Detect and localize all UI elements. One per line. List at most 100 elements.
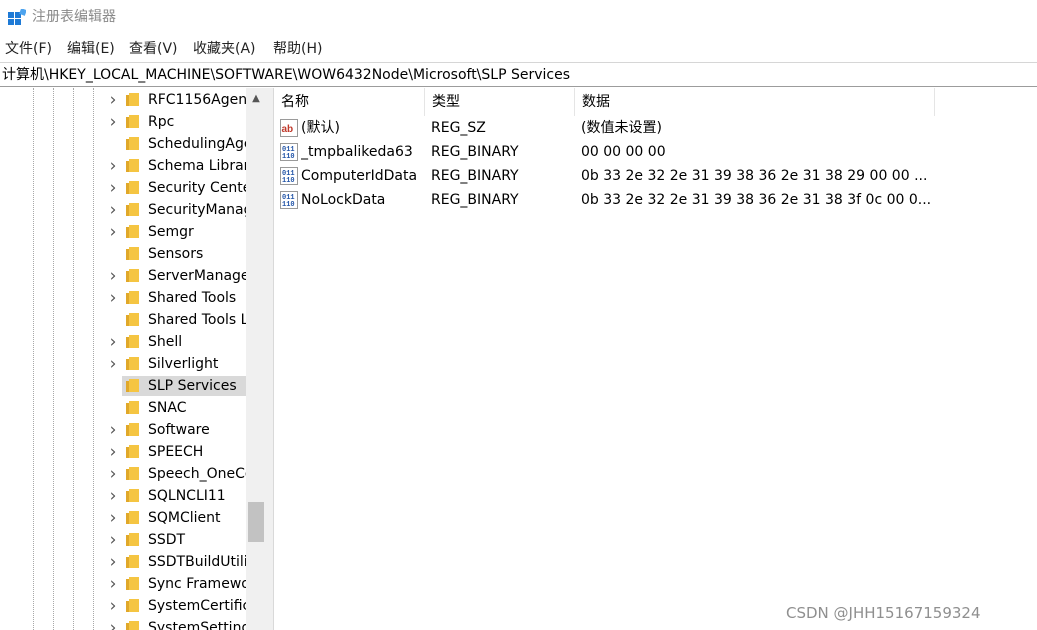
value-row[interactable]: 011 110 _tmpbalikeda63 REG_BINARY 00 00 00 0…	[274, 140, 935, 164]
menu-help[interactable]: 帮助(H)	[273, 38, 322, 60]
tree-item[interactable]: › SQLNCLI11	[0, 485, 246, 507]
scroll-thumb[interactable]	[248, 502, 264, 542]
tree-item-body[interactable]: Sensors	[122, 244, 246, 264]
tree-scrollbar[interactable]: ▲	[246, 88, 266, 630]
menu-view[interactable]: 查看(V)	[129, 38, 178, 60]
tree-item-body[interactable]: Software	[122, 420, 246, 440]
tree-item-body[interactable]: ServerManager	[122, 266, 246, 286]
tree-item-body[interactable]: Shell	[122, 332, 246, 352]
chevron-right-icon[interactable]: ›	[106, 620, 120, 630]
tree-item[interactable]: › SSDTBuildUtilities	[0, 551, 246, 573]
chevron-right-icon[interactable]: ›	[106, 510, 120, 527]
menu-file[interactable]: 文件(F)	[5, 38, 52, 60]
tree-item-body[interactable]: Semgr	[122, 222, 246, 242]
tree-item[interactable]: Shared Tools Location	[0, 309, 246, 331]
pane-splitter[interactable]	[266, 88, 274, 630]
tree-item[interactable]: Sensors	[0, 243, 246, 265]
chevron-right-icon[interactable]: ›	[106, 268, 120, 285]
column-data-header[interactable]: 数据	[575, 88, 935, 116]
chevron-right-icon[interactable]: ›	[106, 92, 120, 109]
tree-item[interactable]: › Sync Framework	[0, 573, 246, 595]
tree-item[interactable]: › Rpc	[0, 111, 246, 133]
scroll-up-arrow-icon[interactable]: ▲	[246, 90, 266, 108]
folder-icon	[126, 577, 139, 590]
folder-icon	[126, 555, 139, 568]
tree-item-body[interactable]: Sync Framework	[122, 574, 246, 594]
tree-item[interactable]: › Silverlight	[0, 353, 246, 375]
tree-item[interactable]: SLP Services	[0, 375, 246, 397]
tree-item-body[interactable]: SchedulingAgent	[122, 134, 246, 154]
tree-item-body[interactable]: SNAC	[122, 398, 246, 418]
column-name-header[interactable]: 名称	[274, 88, 425, 116]
tree-item[interactable]: › RFC1156Agent	[0, 89, 246, 111]
window-title: 注册表编辑器	[32, 9, 116, 25]
tree-item-body[interactable]: SystemCertificates	[122, 596, 246, 616]
tree-item-body[interactable]: Silverlight	[122, 354, 246, 374]
address-bar[interactable]: 计算机\HKEY_LOCAL_MACHINE\SOFTWARE\WOW6432N…	[0, 62, 1037, 87]
tree-item-body[interactable]: SLP Services	[122, 376, 246, 396]
tree-item[interactable]: › SystemSettings	[0, 617, 246, 630]
folder-icon	[126, 401, 139, 414]
folder-icon	[126, 467, 139, 480]
chevron-right-icon[interactable]: ›	[106, 334, 120, 351]
value-type: REG_BINARY	[431, 168, 519, 184]
chevron-right-icon[interactable]: ›	[106, 466, 120, 483]
chevron-right-icon[interactable]: ›	[106, 202, 120, 219]
tree-item[interactable]: › SecurityManager	[0, 199, 246, 221]
tree-item-body[interactable]: RFC1156Agent	[122, 90, 246, 110]
value-row[interactable]: 011 110 ComputerIdData REG_BINARY 0b 33 2e 3…	[274, 164, 935, 188]
folder-icon	[126, 357, 139, 370]
tree-item[interactable]: › Speech_OneCore	[0, 463, 246, 485]
tree-item-body[interactable]: Speech_OneCore	[122, 464, 246, 484]
tree-item[interactable]: › ServerManager	[0, 265, 246, 287]
tree-item-body[interactable]: SystemSettings	[122, 618, 246, 630]
tree-item-body[interactable]: Security Center	[122, 178, 246, 198]
chevron-right-icon[interactable]: ›	[106, 444, 120, 461]
tree-item[interactable]: SNAC	[0, 397, 246, 419]
chevron-right-icon[interactable]: ›	[106, 224, 120, 241]
chevron-right-icon[interactable]: ›	[106, 554, 120, 571]
tree-item-label: Rpc	[148, 114, 175, 130]
tree-item[interactable]: › SPEECH	[0, 441, 246, 463]
chevron-right-icon[interactable]: ›	[106, 576, 120, 593]
folder-icon	[126, 621, 139, 630]
chevron-right-icon[interactable]: ›	[106, 158, 120, 175]
value-row[interactable]: 011 110 NoLockData REG_BINARY 0b 33 2e 32 2e…	[274, 188, 935, 212]
tree-item-body[interactable]: Shared Tools Location	[122, 310, 246, 330]
value-data: (数值未设置)	[581, 120, 662, 136]
tree-item-body[interactable]: Schema Library	[122, 156, 246, 176]
chevron-right-icon[interactable]: ›	[106, 488, 120, 505]
tree-item[interactable]: › Semgr	[0, 221, 246, 243]
chevron-right-icon[interactable]: ›	[106, 422, 120, 439]
tree-item-body[interactable]: SQLNCLI11	[122, 486, 246, 506]
menu-edit[interactable]: 编辑(E)	[67, 38, 115, 60]
column-type-header[interactable]: 类型	[425, 88, 575, 116]
chevron-right-icon[interactable]: ›	[106, 114, 120, 131]
tree-item-body[interactable]: Rpc	[122, 112, 246, 132]
tree-item-body[interactable]: SecurityManager	[122, 200, 246, 220]
tree-item[interactable]: SchedulingAgent	[0, 133, 246, 155]
chevron-right-icon[interactable]: ›	[106, 180, 120, 197]
chevron-right-icon[interactable]: ›	[106, 532, 120, 549]
tree-item[interactable]: › Schema Library	[0, 155, 246, 177]
tree-item[interactable]: › Software	[0, 419, 246, 441]
tree-item-body[interactable]: SPEECH	[122, 442, 246, 462]
tree-item[interactable]: › SystemCertificates	[0, 595, 246, 617]
chevron-right-icon[interactable]: ›	[106, 290, 120, 307]
value-row[interactable]: ab (默认) REG_SZ (数值未设置)	[274, 116, 935, 140]
tree-item[interactable]: › Shell	[0, 331, 246, 353]
chevron-right-icon[interactable]: ›	[106, 598, 120, 615]
tree-item-body[interactable]: SQMClient	[122, 508, 246, 528]
tree-item[interactable]: › SQMClient	[0, 507, 246, 529]
tree-item-body[interactable]: SSDT	[122, 530, 246, 550]
chevron-right-icon[interactable]: ›	[106, 356, 120, 373]
tree-item-label: Software	[148, 422, 210, 438]
address-path[interactable]: 计算机\HKEY_LOCAL_MACHINE\SOFTWARE\WOW6432N…	[2, 65, 570, 85]
menu-favorites[interactable]: 收藏夹(A)	[193, 38, 256, 60]
tree-item[interactable]: › SSDT	[0, 529, 246, 551]
tree-item[interactable]: › Security Center	[0, 177, 246, 199]
tree-item[interactable]: › Shared Tools	[0, 287, 246, 309]
tree-item-body[interactable]: SSDTBuildUtilities	[122, 552, 246, 572]
folder-icon	[126, 313, 139, 326]
tree-item-body[interactable]: Shared Tools	[122, 288, 246, 308]
